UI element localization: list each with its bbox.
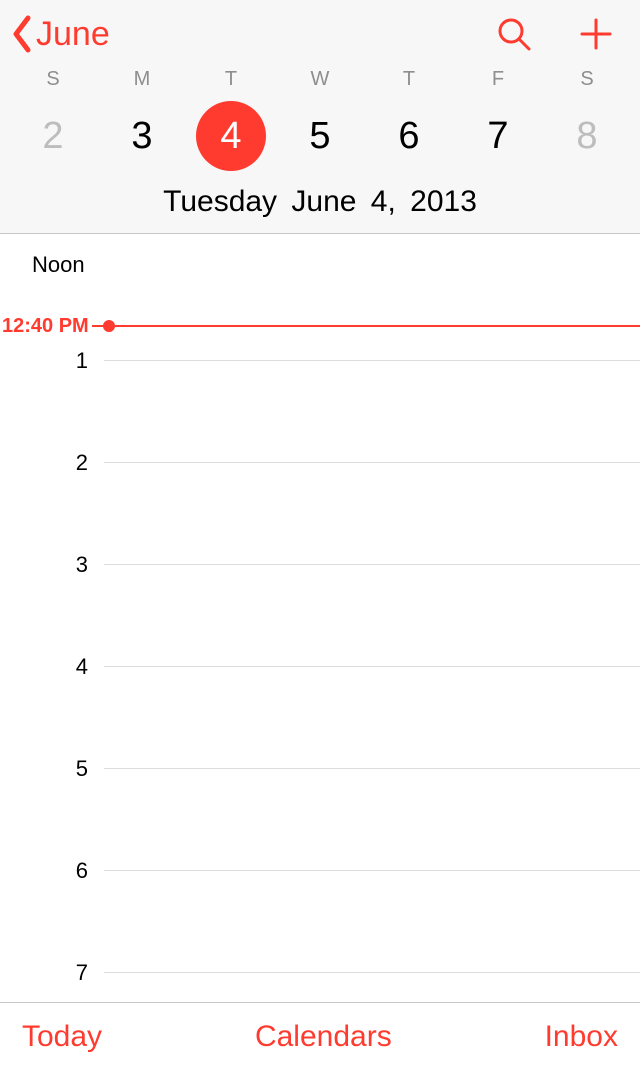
search-button[interactable]: [488, 8, 540, 60]
noon-label: Noon: [32, 252, 85, 278]
search-icon: [496, 16, 532, 52]
date-row: 2 3 4 5 6 7 8: [0, 97, 640, 177]
dow-thu: T: [374, 68, 444, 91]
dow-sat: S: [552, 68, 622, 91]
hour-row-7: 7: [0, 972, 640, 973]
current-time-label: 12:40 PM: [0, 315, 89, 338]
back-button[interactable]: June: [10, 14, 110, 54]
date-cell-2[interactable]: 4: [196, 101, 266, 171]
plus-icon: [579, 17, 613, 51]
nav-bar: June: [0, 0, 640, 68]
hour-row-6: 6: [0, 870, 640, 871]
add-button[interactable]: [570, 8, 622, 60]
hour-row-2: 2: [0, 462, 640, 463]
date-cell-3[interactable]: 5: [285, 101, 355, 171]
full-date-title: Tuesday June 4, 2013: [0, 177, 640, 233]
back-label: June: [36, 15, 110, 54]
date-cell-5[interactable]: 7: [463, 101, 533, 171]
date-cell-1[interactable]: 3: [107, 101, 177, 171]
bottom-toolbar: Today Calendars Inbox: [0, 1002, 640, 1070]
hour-row-1: 1: [0, 360, 640, 361]
chevron-left-icon: [10, 14, 34, 54]
dow-sun: S: [18, 68, 88, 91]
hour-row-5: 5: [0, 768, 640, 769]
today-button[interactable]: Today: [22, 1020, 102, 1054]
dow-tue: T: [196, 68, 266, 91]
calendars-button[interactable]: Calendars: [255, 1020, 392, 1054]
calendar-header: June S M T W T F S 2 3 4 5 6 7 8: [0, 0, 640, 234]
date-cell-4[interactable]: 6: [374, 101, 444, 171]
day-schedule[interactable]: Noon 1 2 3 4 5 6 7 12:40 PM: [0, 234, 640, 1002]
hour-row-4: 4: [0, 666, 640, 667]
dow-fri: F: [463, 68, 533, 91]
date-cell-0[interactable]: 2: [18, 101, 88, 171]
hour-row-3: 3: [0, 564, 640, 565]
dow-wed: W: [285, 68, 355, 91]
inbox-button[interactable]: Inbox: [545, 1020, 618, 1054]
date-cell-6[interactable]: 8: [552, 101, 622, 171]
dow-mon: M: [107, 68, 177, 91]
day-of-week-row: S M T W T F S: [0, 68, 640, 97]
